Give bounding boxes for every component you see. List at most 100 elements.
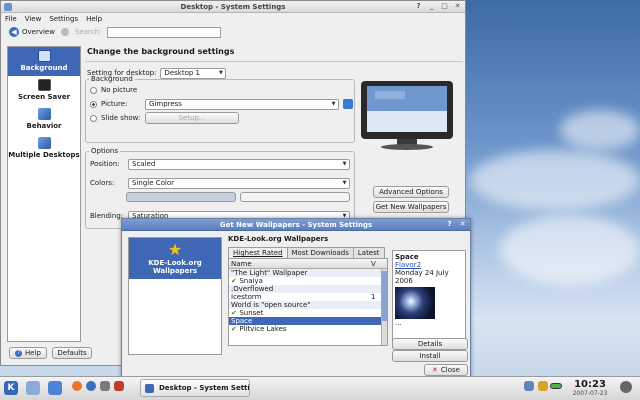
close-icon[interactable]: ✕ (453, 2, 462, 11)
wallpaper-preview (361, 81, 453, 150)
page-title: Change the background settings (85, 45, 463, 62)
list-item-name: World is "open source" (231, 301, 311, 309)
show-desktop-icon[interactable] (26, 381, 40, 395)
list-item-name: Space (231, 317, 253, 325)
notification-icon[interactable] (538, 381, 548, 391)
column-header-name[interactable]: Name (229, 259, 369, 268)
get-new-wallpapers-button[interactable]: Get New Wallpapers (373, 201, 449, 213)
picture-select[interactable]: Gimpress ▼ (145, 98, 339, 110)
maximize-icon[interactable]: □ (440, 2, 449, 11)
chevron-down-icon: ▼ (342, 179, 347, 186)
picture-radio[interactable] (90, 100, 97, 108)
position-label: Position: (90, 160, 120, 168)
list-item[interactable]: World is "open source" (229, 301, 387, 309)
menu-bar: File View Settings Help (1, 13, 465, 25)
provider-item[interactable]: ★ KDE-Look.org Wallpapers (129, 238, 221, 279)
menu-settings[interactable]: Settings (49, 13, 78, 25)
window-menu-icon[interactable] (4, 3, 12, 11)
list-item[interactable]: ✔ Plitvice Lakes (229, 325, 387, 333)
list-item[interactable]: .Overflowed (229, 285, 387, 293)
list-item[interactable]: ✔ Sunset (229, 309, 387, 317)
close-button-label: Close (440, 366, 460, 374)
tab-most-downloads[interactable]: Most Downloads (286, 247, 354, 258)
dialog-help-icon[interactable]: ? (445, 220, 454, 229)
list-item[interactable]: Space (229, 317, 387, 325)
defaults-button[interactable]: Defaults (52, 347, 92, 359)
category-sidebar: Background Screen Saver Behavior Multipl… (7, 46, 81, 342)
lock-icon[interactable] (620, 381, 632, 393)
minimize-icon[interactable]: _ (427, 2, 436, 11)
scrollbar-thumb[interactable] (382, 271, 387, 321)
dialog-title-bar[interactable]: Get New Wallpapers - System Settings ? ✕ (122, 219, 470, 231)
firefox-icon[interactable] (72, 381, 82, 391)
colors-select[interactable]: Single Color ▼ (128, 177, 350, 189)
menu-view[interactable]: View (25, 13, 42, 25)
title-bar[interactable]: Desktop - System Settings ? _ □ ✕ (1, 1, 465, 13)
chevron-down-icon: ▼ (342, 160, 347, 167)
help-button[interactable]: ? Help (9, 347, 47, 359)
clock-date: 2007-07-23 (572, 390, 608, 397)
detail-ellipsis: ... (395, 319, 402, 327)
detail-author-link[interactable]: Flavor2 (395, 261, 463, 269)
primary-color-button[interactable] (126, 192, 236, 202)
menu-file[interactable]: File (5, 13, 17, 25)
help-circle-icon: ? (15, 349, 23, 357)
list-scrollbar[interactable] (381, 269, 387, 345)
list-item-name: Snaiya (239, 277, 263, 285)
dialog-title: Get New Wallpapers - System Settings (219, 221, 373, 229)
tab-highest-rated[interactable]: Highest Rated (228, 247, 288, 258)
provider-heading: KDE-Look.org Wallpapers (228, 235, 329, 243)
battery-icon[interactable] (550, 383, 562, 389)
wallpaper-list[interactable]: Name V "The Light" Wallpaper ✔ Snaiya .Ove… (228, 258, 388, 346)
list-item[interactable]: Icestorm 1 (229, 293, 387, 301)
sidebar-item-screen-saver[interactable]: Screen Saver (8, 76, 80, 105)
slide-show-radio[interactable] (90, 114, 97, 122)
sidebar-item-multiple-desktops[interactable]: Multiple Desktops (8, 134, 80, 163)
taskbar-task-system-settings[interactable]: Desktop - System Settin (140, 379, 250, 397)
dialog-close-icon[interactable]: ✕ (458, 220, 467, 229)
k-menu-icon[interactable]: K (4, 381, 18, 395)
list-item-name: Icestorm (231, 293, 262, 301)
list-rows: "The Light" Wallpaper ✔ Snaiya .Overflowed… (229, 269, 387, 333)
open-file-icon[interactable] (343, 99, 353, 109)
details-button[interactable]: Details (392, 338, 468, 350)
wallpaper-cloud (560, 110, 640, 150)
list-item[interactable]: "The Light" Wallpaper (229, 269, 387, 277)
search-input[interactable] (107, 26, 222, 38)
home-folder-icon[interactable] (48, 381, 62, 395)
install-button[interactable]: Install (392, 350, 468, 362)
sidebar-item-behavior[interactable]: Behavior (8, 105, 80, 134)
background-group-legend: Background (91, 75, 133, 83)
advanced-options-button[interactable]: Advanced Options (373, 186, 449, 198)
background-group: Background No picture Picture: Gimpress … (85, 75, 355, 143)
blending-label: Blending: (90, 212, 124, 220)
back-arrow-icon: ◀ (9, 27, 19, 37)
clock[interactable]: 10:23 2007-07-23 (564, 379, 616, 398)
position-select-value: Scaled (132, 159, 156, 168)
help-icon[interactable]: ? (414, 2, 423, 11)
column-header-v[interactable]: V (369, 259, 376, 268)
konqueror-icon[interactable] (86, 381, 96, 391)
secondary-color-button[interactable] (240, 192, 350, 202)
application-icon[interactable] (114, 381, 124, 391)
position-select[interactable]: Scaled ▼ (128, 158, 350, 170)
list-item[interactable]: ✔ Snaiya (229, 277, 387, 285)
colors-select-value: Single Color (132, 178, 175, 187)
taskbar: K Desktop - System Settin 10:23 2007-07-… (0, 376, 640, 400)
application-icon[interactable] (100, 381, 110, 391)
slide-show-setup-button[interactable]: Setup... (145, 112, 239, 124)
desktop-icon (37, 50, 51, 62)
network-icon[interactable] (524, 381, 534, 391)
sidebar-item-label: Background (20, 64, 68, 72)
star-icon: ★ (167, 240, 183, 259)
chevron-down-icon: ▼ (331, 100, 336, 107)
sidebar-item-background[interactable]: Background (8, 47, 80, 76)
menu-help[interactable]: Help (86, 13, 102, 25)
clear-search-icon[interactable] (60, 28, 69, 36)
sidebar-item-label: Behavior (26, 122, 62, 130)
tab-latest[interactable]: Latest (352, 247, 385, 258)
overview-button[interactable]: ◀ Overview (9, 27, 55, 37)
no-picture-radio[interactable] (90, 86, 97, 94)
close-button[interactable]: ✕ Close (424, 364, 468, 376)
wallpaper-thumbnail (395, 287, 435, 319)
